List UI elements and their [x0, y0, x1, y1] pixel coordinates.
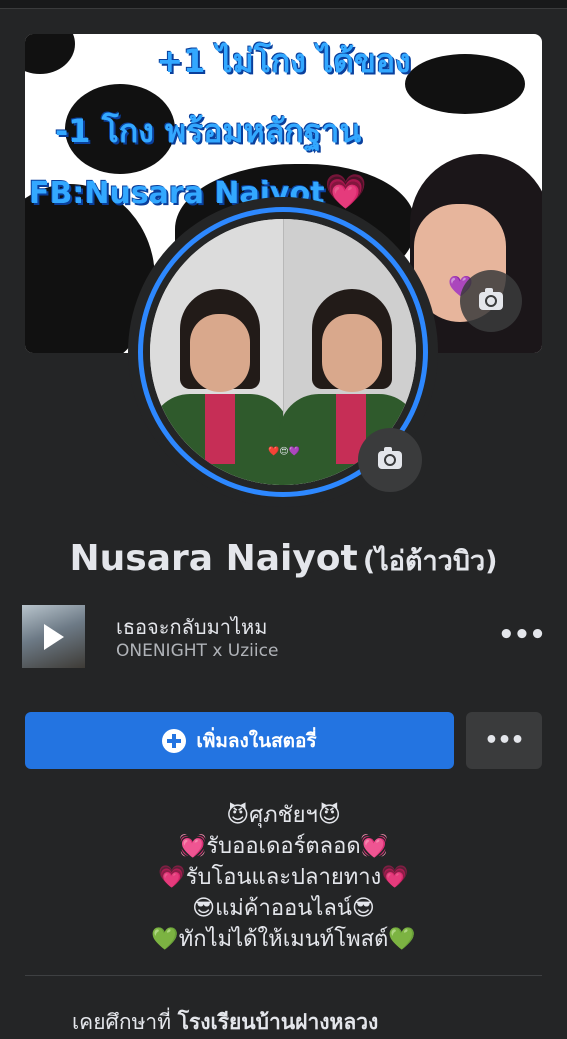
- beating-heart-icon: 💓: [178, 834, 207, 859]
- education-prefix: เคยศึกษาที่: [72, 1010, 178, 1034]
- bio-line: 💗รับโอนและปลายทาง💗: [158, 865, 409, 890]
- profile-alternate-name: (ไอ่ต้าวบิว): [362, 546, 498, 577]
- avatar-emoji-sticker: ❤️😍💜: [268, 447, 300, 457]
- growing-heart-icon: 💗: [381, 865, 409, 890]
- music-title[interactable]: เธอจะกลับมาไหม: [116, 611, 267, 643]
- camera-icon: [479, 288, 503, 310]
- bio-line: 💓รับออเดอร์ตลอด💓: [178, 834, 389, 859]
- top-status-divider: [0, 0, 567, 9]
- add-to-story-button[interactable]: เพิ่มลงในสตอรี่: [25, 712, 454, 769]
- edit-avatar-camera-button[interactable]: [358, 428, 422, 492]
- growing-heart-icon: 💗: [158, 865, 186, 890]
- music-more-button[interactable]: •••: [498, 620, 546, 656]
- green-heart-icon: 💚: [151, 927, 179, 952]
- sunglasses-face-icon: 😎: [351, 896, 375, 921]
- green-heart-icon: 💚: [388, 927, 416, 952]
- beating-heart-icon: 💓: [360, 834, 389, 859]
- bio-line: 😈ศุภชัยฯ😈: [226, 803, 341, 828]
- education-school-link[interactable]: โรงเรียนบ้านฝางหลวง: [178, 1010, 379, 1034]
- cover-text-line2: -1 โกง พร้อมหลักฐาน: [55, 112, 362, 150]
- profile-bio: 😈ศุภชัยฯ😈 💓รับออเดอร์ตลอด💓 💗รับโอนและปลา…: [0, 800, 567, 955]
- sunglasses-face-icon: 😎: [192, 896, 216, 921]
- education-row: เคยศึกษาที่ โรงเรียนบ้านฝางหลวง: [72, 1006, 378, 1039]
- profile-name: Nusara Naiyot (ไอ่ต้าวบิว): [0, 538, 567, 582]
- add-to-story-label: เพิ่มลงในสตอรี่: [196, 729, 317, 752]
- profile-name-text: Nusara Naiyot: [69, 538, 358, 579]
- plus-circle-icon: [162, 728, 187, 753]
- devil-icon: 😈: [317, 803, 341, 828]
- edit-cover-camera-button[interactable]: [460, 270, 522, 332]
- play-icon: [44, 624, 64, 650]
- bio-line: 💚ทักไม่ได้ให้เมนท์โพสต์💚: [151, 927, 416, 952]
- devil-icon: 😈: [226, 803, 250, 828]
- cover-text-line1: +1 ไม่โกง ได้ของ: [156, 42, 411, 80]
- music-artist: ONENIGHT x Uziice: [116, 641, 279, 661]
- section-divider: [25, 975, 542, 976]
- bio-line: 😎แม่ค้าออนไลน์😎: [192, 896, 375, 921]
- camera-icon: [378, 447, 402, 469]
- profile-more-button[interactable]: •••: [466, 712, 542, 769]
- music-album-art[interactable]: [22, 605, 85, 668]
